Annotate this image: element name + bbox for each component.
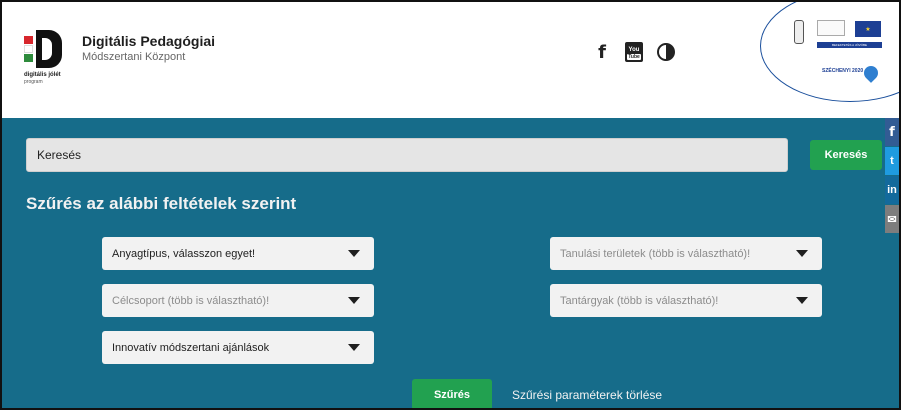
hungarian-coat-of-arms-icon [794, 20, 804, 44]
logo-line1: digitális jólét [24, 72, 61, 78]
logo-d-icon [36, 30, 62, 68]
material-type-label: Anyagtípus, válasszon egyet! [112, 247, 256, 260]
eu-flag-icon: ★ [855, 21, 881, 37]
innovative-methods-label: Innovatív módszertani ajánlások [112, 341, 270, 354]
brand-title: Digitális Pedagógiai [82, 33, 216, 49]
eu-investment-strip: BEFEKTETÉS A JÖVŐBE [817, 42, 882, 48]
filter-button[interactable]: Szűrés [412, 379, 492, 408]
filter-title: Szűrés az alábbi feltételek szerint [26, 194, 297, 213]
caret-down-icon [348, 250, 360, 257]
caret-down-icon [796, 250, 808, 257]
government-logo [817, 20, 845, 36]
learning-areas-label: Tanulási területek (több is választható)… [560, 247, 751, 260]
contrast-toggle-icon[interactable] [654, 40, 678, 64]
subjects-select[interactable]: Tantárgyak (több is választható)! [550, 284, 822, 317]
target-group-label: Célcsoport (több is választható)! [112, 294, 270, 307]
brand-subtitle: Módszertani Központ [82, 51, 186, 63]
logo-white-bar [24, 45, 33, 53]
site-header: digitális jólét program Digitális Pedagó… [2, 2, 899, 118]
szechenyi-label: SZÉCHENYI 2020 [822, 68, 864, 74]
share-mail-icon[interactable]: ✉ [885, 205, 899, 233]
caret-down-icon [796, 297, 808, 304]
caret-down-icon [348, 297, 360, 304]
facebook-icon[interactable]: f [590, 40, 614, 64]
share-twitter-icon[interactable]: t [885, 147, 899, 175]
search-button[interactable]: Keresés [810, 140, 882, 170]
target-group-select[interactable]: Célcsoport (több is választható)! [102, 284, 374, 317]
innovative-methods-select[interactable]: Innovatív módszertani ajánlások [102, 331, 374, 364]
page-frame: digitális jólét program Digitális Pedagó… [0, 0, 901, 410]
youtube-you-text: You [628, 47, 640, 53]
caret-down-icon [348, 344, 360, 351]
dpmk-logo[interactable]: digitális jólét program [24, 30, 70, 92]
learning-areas-select[interactable]: Tanulási területek (több is választható)… [550, 237, 822, 270]
logo-red-bar [24, 36, 33, 44]
material-type-select[interactable]: Anyagtípus, válasszon egyet! [102, 237, 374, 270]
share-linkedin-icon[interactable]: in [885, 176, 899, 204]
share-facebook-icon[interactable]: f [885, 118, 899, 146]
search-input[interactable] [26, 138, 788, 172]
youtube-icon[interactable]: You Tube [622, 40, 646, 64]
subjects-label: Tantárgyak (több is választható)! [560, 294, 719, 307]
clear-filters-link[interactable]: Szűrési paraméterek törlése [512, 388, 662, 402]
search-section: Keresés Szűrés az alábbi feltételek szer… [2, 118, 899, 408]
youtube-tube-text: Tube [627, 54, 641, 60]
eu-funding-badge [760, 2, 899, 102]
logo-line2: program [24, 79, 43, 85]
logo-green-bar [24, 54, 33, 62]
